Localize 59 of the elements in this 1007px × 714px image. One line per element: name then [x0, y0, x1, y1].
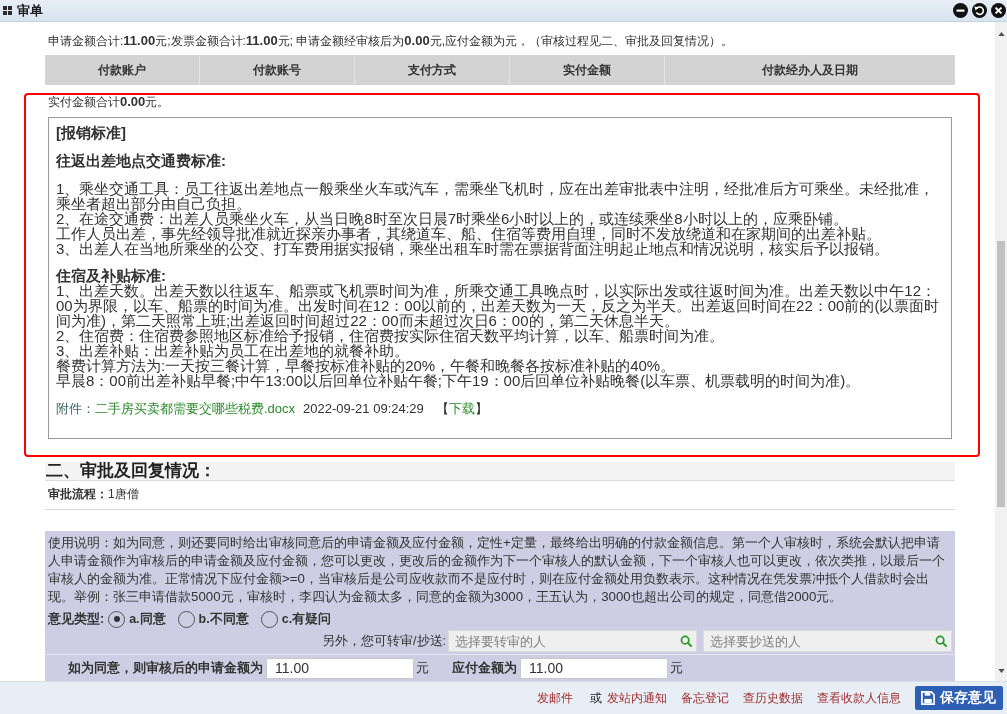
standards-title: [报销标准]	[56, 125, 127, 140]
standard-paragraph: 工作人员出差，事先经领导批准就近探亲办事者，其绕道车、船、住宿等费用自理，同时不发放绕道和在家期间的出差补贴。	[56, 226, 882, 241]
amount-label: 如为同意，则审核后的申请金额为	[68, 659, 263, 677]
instructions-text: 使用说明：如为同意，则还要同时给出审核同意后的申请金额及应付金额，定性+定量，最终给出明确的付款金额信息。第一个人审核时，系统会默认把申请人申请金额作为审核后的申请金额及应付金额，您可以更改，更改后的金额作为下一个审核人的默认金额，下一个审核人也可以更改，依次类推，以最后一个审核人的金额为准。正常情况下应付金额>=0，当审核后是公司应收款而不是应付时，则在应付金额处用负数表示。这种情况在凭发票冲抵个人借款时会出现。举例：张三申请借款5000元，审核时，李四认为金额太多，同意的金额为3000，王五认为，3000也超出公司的规定，同意借2000元。	[48, 534, 946, 606]
section-header: 二、审批及回复情况：	[45, 462, 955, 481]
flow-label: 审批流程：	[48, 487, 108, 501]
unit-label: 元	[670, 659, 683, 677]
standard-paragraph: 餐费计算方法为:一天按三餐计算，早餐按标准补贴的20%，午餐和晚餐各按标准补贴的40%。	[56, 358, 677, 373]
scroll-down-icon[interactable]	[997, 669, 1005, 673]
footer-link[interactable]: 查看收款人信息	[817, 689, 901, 707]
attachment-link[interactable]: 二手房买卖都需要交哪些税费.docx	[95, 401, 296, 416]
section-heading: 往返出差地点交通费标准:	[56, 153, 227, 168]
opinion-type-label: 意见类型:	[48, 610, 105, 628]
standard-paragraph: 1、乘坐交通工具：员工往返出差地点一般乘坐火车或汽车，需乘坐飞机时，应在出差审批表中注明，经批准后方可乘坐。未经批准，乘坐者超出部分由自己负担。	[56, 181, 936, 211]
column-header: 实付金额	[510, 55, 665, 85]
standard-paragraph: 早晨8：00前出差补贴早餐;中午13:00以后回单位补贴午餐;下午19：00后回单位补贴晚餐(以车票、机票载明的时间为准)。	[56, 373, 862, 388]
upload-time: 2022-09-21 09:24:29	[303, 401, 424, 416]
restore-icon[interactable]	[972, 3, 987, 18]
forward-label: 另外，您可转审/抄送:	[322, 632, 446, 650]
close-icon[interactable]	[991, 3, 1006, 18]
footer-link[interactable]: 发站内通知	[607, 689, 667, 707]
section-heading: 住宿及补贴标准:	[56, 268, 166, 283]
standard-paragraph: 2、住宿费：住宿费参照地区标准给予报销，住宿费按实际住宿天数平均计算，以车、船票时间为准。	[56, 328, 726, 343]
option-label[interactable]: a.同意	[129, 610, 166, 628]
footer-link[interactable]: 备忘登记	[681, 689, 729, 707]
grid-icon	[3, 6, 12, 15]
column-header: 付款经办人及日期	[665, 55, 955, 85]
scrollbar[interactable]	[995, 22, 1007, 681]
recipient-field[interactable]: 选择要转审的人	[448, 630, 697, 652]
option-label[interactable]: c.有疑问	[281, 610, 332, 628]
paid-total-text: 实付金额合计0.00元。	[47, 95, 171, 109]
column-header: 付款账户	[45, 55, 200, 85]
attachment-label: 附件：	[56, 401, 95, 416]
search-icon[interactable]	[935, 635, 947, 647]
save-icon	[921, 691, 935, 705]
standard-paragraph: 1、出差天数。出差天数以往返车、船票或飞机票时间为准，所乘交通工具晚点时，以实际出发或往返时间为准。出差天数以中午12：00为界限，以车、船票的时间为准。出发时间在12：00以前的，出差天数为一天，反之为半天。出差返回时间在22：00前的(以票面时间为准)，第二天照常上班;出差返回时间超过22：00而未超过次日6：00的，第二天休息半天。	[56, 283, 941, 328]
download-link[interactable]: 【下载】	[435, 401, 488, 416]
search-icon[interactable]	[680, 635, 692, 647]
column-header: 付款账号	[200, 55, 355, 85]
unit-label: 元	[416, 659, 429, 677]
flow-value: 1唐僧	[108, 487, 139, 501]
option-label[interactable]: b.不同意	[198, 610, 249, 628]
standard-paragraph: 3、出差补贴：出差补贴为员工在出差地的就餐补助。	[56, 343, 410, 358]
amount-field[interactable]: 11.00	[266, 657, 414, 679]
standard-paragraph: 2、在途交通费：出差人员乘坐火车，从当日晚8时至次日晨7时乘坐6小时以上的，或连续乘坐8小时以上的，应乘卧铺。	[56, 211, 848, 226]
window-title: 审单	[17, 1, 43, 20]
footer-link[interactable]: 查历史数据	[743, 689, 803, 707]
column-header: 支付方式	[355, 55, 510, 85]
summary-text: 申请金额合计:11.00元;发票金额合计:11.00元; 申请金额经审核后为0.00元,应付金额为元，（审核过程见二、审批及回复情况）。	[47, 32, 734, 50]
recipient-field[interactable]: 选择要抄送的人	[703, 630, 952, 652]
scroll-up-icon[interactable]	[997, 32, 1005, 36]
scrollbar-thumb[interactable]	[997, 241, 1005, 507]
amount-field[interactable]: 11.00	[520, 657, 668, 679]
conjunction-text: 或	[590, 689, 602, 707]
standard-paragraph: 3、出差人在当地所乘坐的公交、打车费用据实报销，乘坐出租车时需在票据背面注明起止地点和情况说明，核实后予以报销。	[56, 241, 891, 256]
save-button[interactable]: 保存意见	[915, 686, 1003, 710]
minimize-icon[interactable]	[953, 3, 968, 18]
footer-link[interactable]: 发邮件	[537, 689, 573, 707]
amount-label: 应付金额为	[452, 659, 517, 677]
